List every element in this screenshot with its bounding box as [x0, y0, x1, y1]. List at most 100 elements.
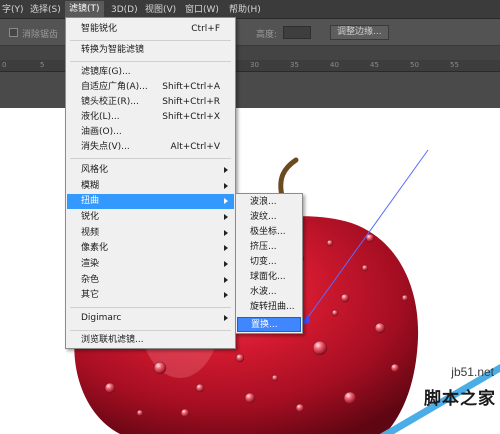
menu-item-label: 其它 — [81, 290, 100, 300]
menu-item-adaptive-wide-angle[interactable]: 自适应广角(A)... Shift+Ctrl+A — [67, 80, 234, 95]
menu-item-other[interactable]: 其它 — [67, 288, 234, 303]
menu-item-pixelate[interactable]: 像素化 — [67, 241, 234, 256]
menu-item-label: 视频 — [81, 228, 100, 238]
menu-item-label: 模糊 — [81, 181, 100, 191]
menu-separator — [70, 307, 231, 308]
submenu-item-polar-coordinates[interactable]: 极坐标... — [237, 225, 301, 240]
menu-item-label: 像素化 — [81, 243, 109, 253]
menu-item-vanishing-point[interactable]: 消失点(V)... Alt+Ctrl+V — [67, 140, 234, 155]
menu-item-label: 浏览联机滤镜... — [81, 335, 144, 345]
ruler-number: 50 — [410, 61, 419, 69]
menu-item-blur[interactable]: 模糊 — [67, 179, 234, 194]
antialias-checkbox[interactable] — [9, 28, 18, 37]
menu-item-stylize[interactable]: 风格化 — [67, 163, 234, 178]
menu-item-label: 置换... — [251, 320, 278, 330]
shortcut: Shift+Ctrl+R — [162, 97, 220, 107]
ruler-number: 45 — [370, 61, 379, 69]
menu-help[interactable]: 帮助(H) — [229, 3, 261, 17]
menu-item-label: 极坐标... — [250, 227, 286, 237]
menu-separator — [70, 158, 231, 159]
menu-item-label: 杂色 — [81, 275, 100, 285]
menu-item-label: 智能锐化 — [81, 24, 118, 34]
menu-item-oil-paint[interactable]: 油画(O)... — [67, 125, 234, 140]
submenu-item-displace[interactable]: 置换... — [237, 317, 301, 332]
menu-item-label: 挤压... — [250, 242, 277, 252]
refine-edge-button[interactable]: 调整边缘... — [330, 25, 389, 40]
shortcut: Alt+Ctrl+V — [170, 142, 220, 152]
submenu-item-twirl[interactable]: 旋转扭曲... — [237, 300, 301, 315]
submenu-arrow-icon — [224, 183, 228, 189]
menu-item-label: 消失点(V)... — [81, 142, 130, 152]
submenu-item-wave[interactable]: 波浪... — [237, 195, 301, 210]
ruler-number: 30 — [250, 61, 259, 69]
menu-view[interactable]: 视图(V) — [145, 3, 176, 17]
submenu-item-zigzag[interactable]: 水波... — [237, 285, 301, 300]
menu-item-label: 切变... — [250, 257, 277, 267]
submenu-arrow-icon — [224, 245, 228, 251]
menu-item-label: 滤镜库(G)... — [81, 67, 131, 77]
menu-filter[interactable]: 滤镜(T) — [65, 1, 104, 18]
submenu-arrow-icon — [224, 198, 228, 204]
ruler-number: 0 — [2, 61, 7, 69]
menu-item-label: 水波... — [250, 287, 277, 297]
filter-menu: 智能锐化 Ctrl+F 转换为智能滤镜 滤镜库(G)... 自适应广角(A)...… — [65, 17, 236, 349]
submenu-item-spherize[interactable]: 球面化... — [237, 270, 301, 285]
menu-item-label: 锐化 — [81, 212, 100, 222]
shortcut: Shift+Ctrl+A — [162, 82, 220, 92]
shortcut: Ctrl+F — [191, 24, 220, 34]
menu-item-sharpen[interactable]: 锐化 — [67, 210, 234, 225]
menu-item-label: 油画(O)... — [81, 127, 122, 137]
submenu-arrow-icon — [224, 315, 228, 321]
ruler-number: 35 — [290, 61, 299, 69]
menu-item-label: 波纹... — [250, 212, 277, 222]
submenu-arrow-icon — [224, 230, 228, 236]
menu-item-distort[interactable]: 扭曲 — [67, 194, 234, 209]
ruler-number: 55 — [450, 61, 459, 69]
menu-item-noise[interactable]: 杂色 — [67, 273, 234, 288]
menu-separator — [70, 40, 231, 41]
menu-item-label: 液化(L)... — [81, 112, 120, 122]
menu-item-label: 镜头校正(R)... — [81, 97, 139, 107]
watermark-site: jb51.net — [451, 365, 494, 379]
submenu-item-ripple[interactable]: 波纹... — [237, 210, 301, 225]
menu-item-video[interactable]: 视频 — [67, 226, 234, 241]
menu-item-browse-online-filters[interactable]: 浏览联机滤镜... — [67, 333, 234, 348]
menu-item-smart-sharpen[interactable]: 智能锐化 Ctrl+F — [67, 22, 234, 37]
menu-item-render[interactable]: 渲染 — [67, 257, 234, 272]
menu-item-digimarc[interactable]: Digimarc — [67, 311, 234, 326]
menu-3d[interactable]: 3D(D) — [111, 3, 138, 17]
menu-window[interactable]: 窗口(W) — [185, 3, 219, 17]
submenu-arrow-icon — [224, 277, 228, 283]
menu-item-label: 波浪... — [250, 197, 277, 207]
distort-submenu: 波浪... 波纹... 极坐标... 挤压... 切变... 球面化... 水波… — [235, 193, 303, 334]
menu-item-label: 扭曲 — [81, 196, 100, 206]
menu-item-filter-gallery[interactable]: 滤镜库(G)... — [67, 65, 234, 80]
menu-item-label: Digimarc — [81, 313, 122, 323]
menu-item-lens-correction[interactable]: 镜头校正(R)... Shift+Ctrl+R — [67, 95, 234, 110]
menu-select[interactable]: 选择(S) — [30, 3, 61, 17]
height-input[interactable] — [283, 26, 311, 39]
ruler-number: 40 — [330, 61, 339, 69]
menu-separator — [70, 61, 231, 62]
menu-item-label: 渲染 — [81, 259, 100, 269]
submenu-arrow-icon — [224, 292, 228, 298]
submenu-arrow-icon — [224, 261, 228, 267]
submenu-arrow-icon — [224, 167, 228, 173]
submenu-arrow-icon — [224, 214, 228, 220]
menu-separator — [70, 330, 231, 331]
menu-item-label: 风格化 — [81, 165, 109, 175]
menu-item-liquify[interactable]: 液化(L)... Shift+Ctrl+X — [67, 110, 234, 125]
antialias-label: 消除锯齿 — [22, 30, 59, 40]
watermark-logo-text: 脚本之家 — [424, 389, 496, 409]
menu-item-label: 球面化... — [250, 272, 286, 282]
height-label: 高度: — [256, 30, 278, 40]
submenu-item-pinch[interactable]: 挤压... — [237, 240, 301, 255]
submenu-item-shear[interactable]: 切变... — [237, 255, 301, 270]
ruler-number: 5 — [40, 61, 45, 69]
menu-type[interactable]: 字(Y) — [2, 3, 24, 17]
shortcut: Shift+Ctrl+X — [162, 112, 220, 122]
menu-item-label: 自适应广角(A)... — [81, 82, 148, 92]
menu-item-convert-smart-filter[interactable]: 转换为智能滤镜 — [67, 43, 234, 58]
menu-item-label: 转换为智能滤镜 — [81, 45, 145, 55]
menu-item-label: 旋转扭曲... — [250, 302, 295, 312]
